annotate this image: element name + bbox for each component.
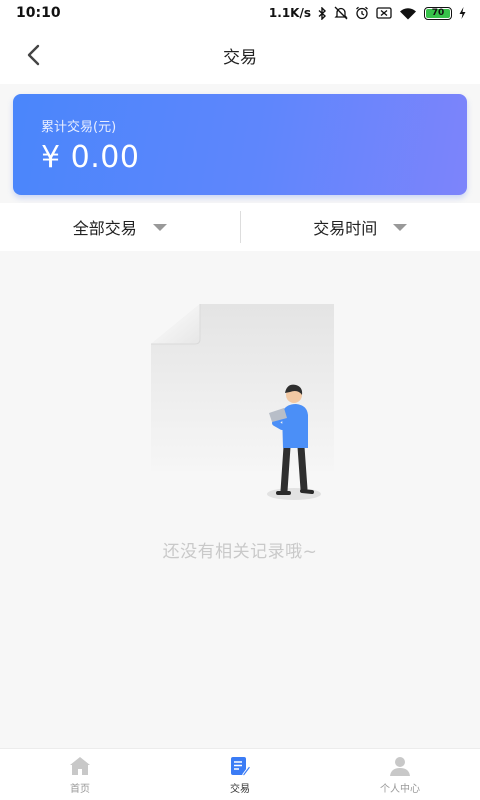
summary-label: 累计交易(元) — [41, 120, 117, 135]
tab-home[interactable]: 首页 — [0, 749, 160, 800]
bluetooth-icon — [318, 6, 327, 20]
chevron-left-icon — [27, 44, 40, 66]
tab-label: 首页 — [70, 783, 90, 795]
summary-value: ¥ 0.00 — [41, 140, 140, 175]
sim-icon — [376, 7, 392, 19]
status-bar: 10:10 1.1K/s 70 — [0, 0, 480, 26]
bottom-tab-bar: 首页 交易 个人中心 — [0, 748, 480, 800]
status-time: 10:10 — [16, 5, 61, 21]
transaction-summary-card: 累计交易(元) ¥ 0.00 — [13, 94, 467, 195]
transaction-list-empty: 还没有相关记录哦~ — [0, 251, 480, 748]
filter-label: 交易时间 — [313, 219, 378, 238]
wifi-icon — [399, 7, 417, 20]
battery-icon: 70 — [424, 6, 452, 20]
status-icons: 1.1K/s 70 — [269, 6, 466, 20]
user-icon — [388, 755, 412, 777]
tab-transactions[interactable]: 交易 — [160, 749, 320, 800]
filter-bar: 全部交易 交易时间 — [0, 203, 480, 251]
empty-state-message: 还没有相关记录哦~ — [162, 542, 318, 562]
home-icon — [68, 755, 92, 777]
caret-down-icon — [393, 223, 408, 231]
battery-level: 70 — [426, 8, 450, 18]
empty-document-illustration — [151, 304, 334, 500]
caret-down-icon — [152, 223, 167, 231]
mute-icon — [334, 6, 348, 20]
filter-transaction-time[interactable]: 交易时间 — [241, 203, 480, 251]
page-title: 交易 — [223, 47, 257, 68]
alarm-icon — [355, 6, 369, 20]
filter-label: 全部交易 — [72, 219, 137, 238]
tab-label: 个人中心 — [380, 783, 420, 795]
nav-bar: 交易 — [0, 26, 480, 84]
edit-document-icon — [228, 755, 252, 777]
tab-label: 交易 — [230, 783, 250, 795]
filter-all-transactions[interactable]: 全部交易 — [0, 203, 240, 251]
back-button[interactable] — [18, 40, 48, 70]
charging-icon — [459, 7, 466, 19]
network-speed: 1.1K/s — [268, 6, 311, 20]
tab-profile[interactable]: 个人中心 — [320, 749, 480, 800]
